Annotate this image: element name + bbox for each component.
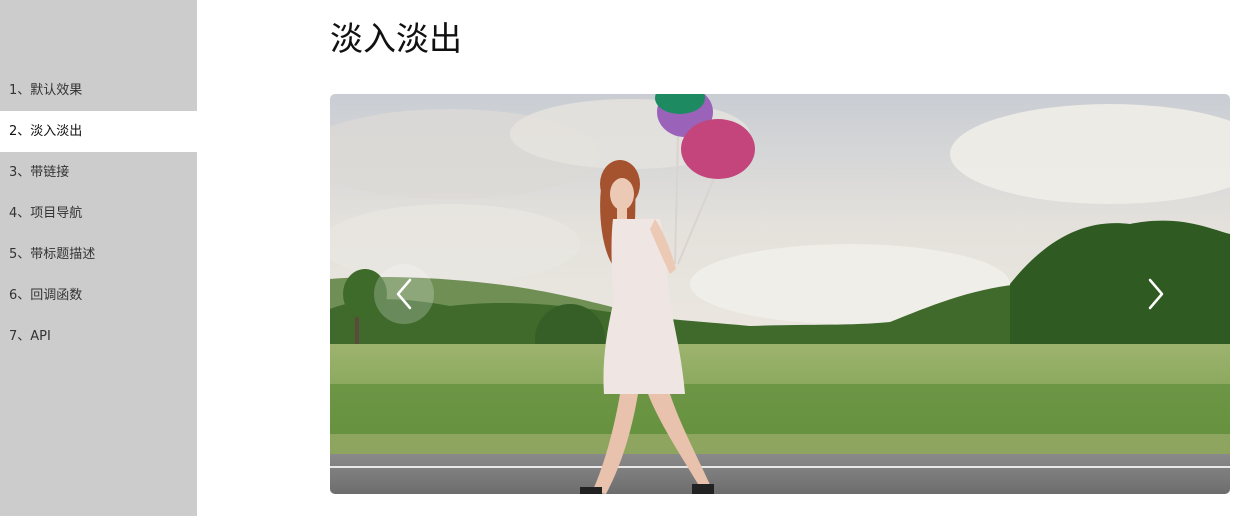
chevron-right-icon — [1148, 278, 1164, 310]
sidebar: 1、默认效果 2、淡入淡出 3、带链接 4、项目导航 5、带标题描述 6、回调函… — [0, 0, 197, 516]
page-title: 淡入淡出 — [330, 19, 462, 58]
slider-prev-button[interactable] — [374, 264, 434, 324]
sidebar-item-title-description[interactable]: 5、带标题描述 — [0, 234, 197, 275]
sidebar-nav: 1、默认效果 2、淡入淡出 3、带链接 4、项目导航 5、带标题描述 6、回调函… — [0, 70, 197, 357]
sidebar-item-api[interactable]: 7、API — [0, 316, 197, 357]
chevron-left-icon — [396, 278, 412, 310]
sidebar-item-with-link[interactable]: 3、带链接 — [0, 152, 197, 193]
sidebar-item-fade[interactable]: 2、淡入淡出 — [0, 111, 197, 152]
sidebar-item-callback[interactable]: 6、回调函数 — [0, 275, 197, 316]
sidebar-item-item-navigation[interactable]: 4、项目导航 — [0, 193, 197, 234]
slider-next-button[interactable] — [1126, 264, 1186, 324]
slide-image — [330, 94, 1230, 494]
sidebar-item-default-effect[interactable]: 1、默认效果 — [0, 70, 197, 111]
image-slider[interactable] — [330, 94, 1230, 494]
